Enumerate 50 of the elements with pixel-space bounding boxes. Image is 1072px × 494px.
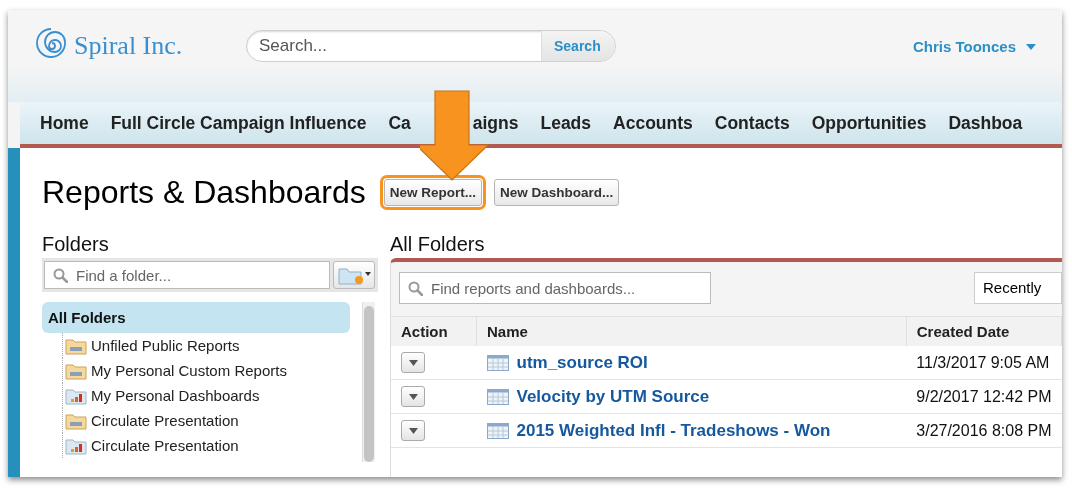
- column-header[interactable]: Action: [391, 316, 477, 346]
- logo-text: Spiral Inc.: [74, 31, 183, 61]
- nav-tab[interactable]: Opportunities: [811, 112, 927, 134]
- section-title: All Folders: [390, 232, 486, 257]
- page-title: Reports & Dashboards: [42, 173, 366, 211]
- caret-icon: [408, 359, 418, 366]
- new-dashboard-button[interactable]: New Dashboard...: [494, 178, 620, 206]
- column-header[interactable]: Created Date: [906, 316, 1062, 346]
- nav-tab[interactable]: Full Circle Campaign Influence: [110, 112, 367, 134]
- report-icon: [486, 388, 509, 405]
- search-icon: [408, 281, 423, 296]
- scrollbar[interactable]: [362, 302, 375, 462]
- nav-tab[interactable]: Dashboa: [948, 112, 1023, 134]
- report-icon: [486, 354, 509, 371]
- table-cell: 11/3/2017 9:05 AM: [906, 346, 1062, 380]
- folder-tree-item[interactable]: My Personal Dashboards: [62, 383, 350, 408]
- dashboard-folder-icon: [65, 436, 87, 455]
- section-title: Folders: [42, 232, 110, 257]
- caret-icon: [1026, 43, 1036, 50]
- column-header[interactable]: Name: [476, 316, 907, 346]
- folder-tree-item[interactable]: My Personal Custom Reports: [62, 358, 350, 383]
- search-icon: [53, 268, 68, 283]
- report-folder-icon: [65, 336, 87, 355]
- nav-tab[interactable]: Ca aigns: [388, 112, 519, 134]
- folder-tree-item[interactable]: Unfiled Public Reports: [62, 333, 350, 358]
- report-link[interactable]: Velocity by UTM Source: [516, 386, 710, 407]
- nav-tab[interactable]: Home: [40, 112, 89, 134]
- action-menu-button[interactable]: [401, 420, 425, 441]
- report-link[interactable]: 2015 Weighted Infl - Tradeshows - Won: [516, 420, 831, 441]
- table-cell: 9/2/2017 12:42 PM: [906, 379, 1062, 414]
- reports-search-field[interactable]: Find reports and dashboards...: [399, 272, 711, 304]
- report-icon: [486, 422, 509, 439]
- table-cell: 3/27/2016 8:08 PM: [906, 413, 1062, 448]
- folder-search-field[interactable]: Find a folder...: [44, 261, 330, 289]
- caret-icon: [408, 427, 418, 434]
- action-menu-button[interactable]: [401, 386, 425, 407]
- nav-tab[interactable]: Leads: [540, 112, 592, 134]
- report-link[interactable]: utm_source ROI: [516, 352, 648, 373]
- dashboard-folder-icon: [65, 386, 87, 405]
- nav-tab[interactable]: Accounts: [613, 112, 693, 134]
- folder-tree-item[interactable]: Circulate Presentation: [62, 408, 350, 433]
- report-folder-icon: [65, 361, 87, 380]
- caret-icon: [408, 393, 418, 400]
- report-folder-icon: [65, 411, 87, 430]
- action-menu-button[interactable]: [401, 352, 425, 373]
- folder-tree-item[interactable]: Circulate Presentation: [62, 433, 350, 458]
- sort-select[interactable]: Recently: [974, 272, 1062, 304]
- nav-tab[interactable]: Contacts: [714, 112, 790, 134]
- folder-tree-item[interactable]: All Folders: [42, 302, 350, 333]
- scrollbar-thumb[interactable]: [364, 306, 374, 462]
